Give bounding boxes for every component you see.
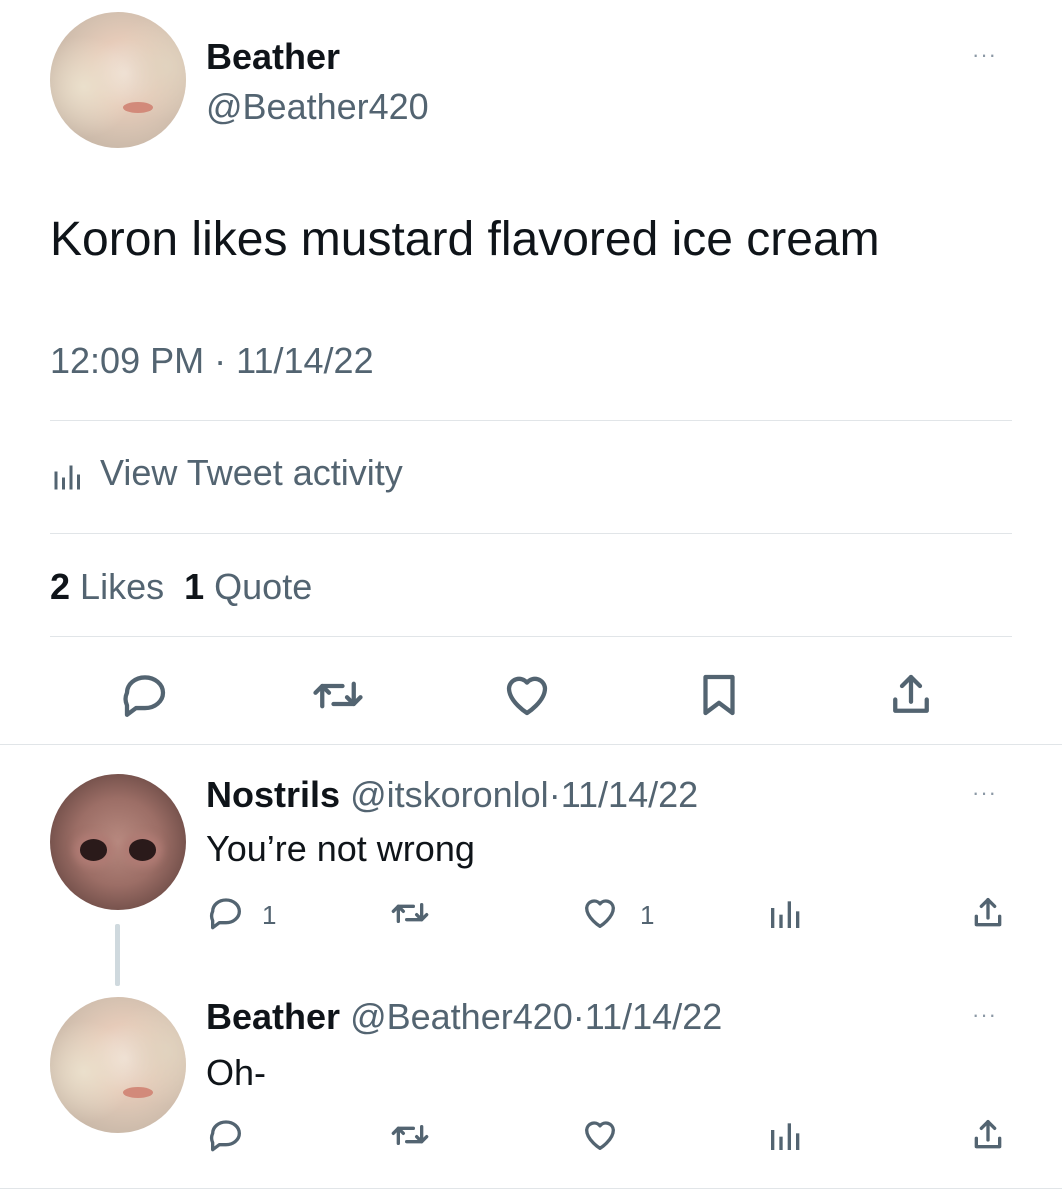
likes-count: 2 [50, 566, 71, 607]
reply-header: Nostrils @itskoronlol·11/14/22 [206, 774, 698, 816]
share-icon[interactable] [884, 668, 938, 722]
more-icon[interactable]: ··· [972, 44, 997, 66]
tweet-time: 12:09 PM [50, 340, 205, 381]
divider [50, 420, 1012, 421]
more-icon[interactable]: ··· [972, 782, 997, 804]
divider [50, 533, 1012, 534]
reply-author-name[interactable]: Nostrils [206, 774, 340, 815]
reply-separator: · [548, 774, 561, 815]
share-icon[interactable] [968, 893, 1008, 933]
analytics-icon [50, 458, 86, 494]
reply-icon[interactable] [206, 1115, 246, 1155]
analytics-icon[interactable] [766, 893, 806, 933]
tweet-timestamp: 12:09 PM · 11/14/22 [50, 340, 374, 382]
quotes-count: 1 [184, 566, 205, 607]
reply-avatar[interactable] [50, 774, 186, 910]
like-icon[interactable] [580, 893, 620, 933]
bookmark-icon[interactable] [692, 668, 746, 722]
thread-line [115, 924, 120, 986]
author-name[interactable]: Beather [206, 36, 340, 78]
retweet-icon[interactable] [311, 668, 365, 722]
quotes-label: Quote [214, 566, 313, 607]
reply-header: Beather @Beather420·11/14/22 [206, 996, 722, 1038]
share-icon[interactable] [968, 1115, 1008, 1155]
reply-author-name[interactable]: Beather [206, 996, 340, 1037]
reply-text: You’re not wrong [206, 828, 475, 869]
likes-label: Likes [80, 566, 165, 607]
more-icon[interactable]: ··· [972, 1004, 997, 1026]
retweet-icon[interactable] [390, 1115, 430, 1155]
quotes-stat[interactable]: 1 Quote [184, 566, 312, 607]
retweet-icon[interactable] [390, 893, 430, 933]
reply-author-handle[interactable]: @itskoronlol [350, 774, 549, 815]
reply-icon[interactable] [118, 668, 172, 722]
reply-count: 1 [262, 900, 277, 930]
reply-icon[interactable] [206, 893, 246, 933]
author-avatar[interactable] [50, 12, 186, 148]
divider [50, 636, 1012, 637]
timestamp-separator: · [214, 340, 227, 381]
author-handle[interactable]: @Beather420 [206, 86, 429, 128]
reply-date[interactable]: 11/14/22 [561, 774, 698, 815]
reply-author-handle[interactable]: @Beather420 [350, 996, 573, 1037]
divider [0, 744, 1062, 745]
reply-text: Oh- [206, 1052, 267, 1093]
reply-separator: · [572, 996, 585, 1037]
engagement-stats: 2 Likes 1 Quote [50, 566, 312, 608]
like-icon[interactable] [500, 668, 554, 722]
view-activity-label: View Tweet activity [100, 452, 403, 493]
reply-avatar[interactable] [50, 997, 186, 1133]
like-count: 1 [640, 900, 655, 930]
analytics-icon[interactable] [766, 1115, 806, 1155]
tweet-date[interactable]: 11/14/22 [236, 340, 373, 381]
reply-date[interactable]: 11/14/22 [585, 996, 722, 1037]
tweet-text: Koron likes mustard flavored ice cream [50, 213, 880, 266]
like-icon[interactable] [580, 1115, 620, 1155]
likes-stat[interactable]: 2 Likes [50, 566, 164, 607]
divider [0, 1188, 1062, 1189]
